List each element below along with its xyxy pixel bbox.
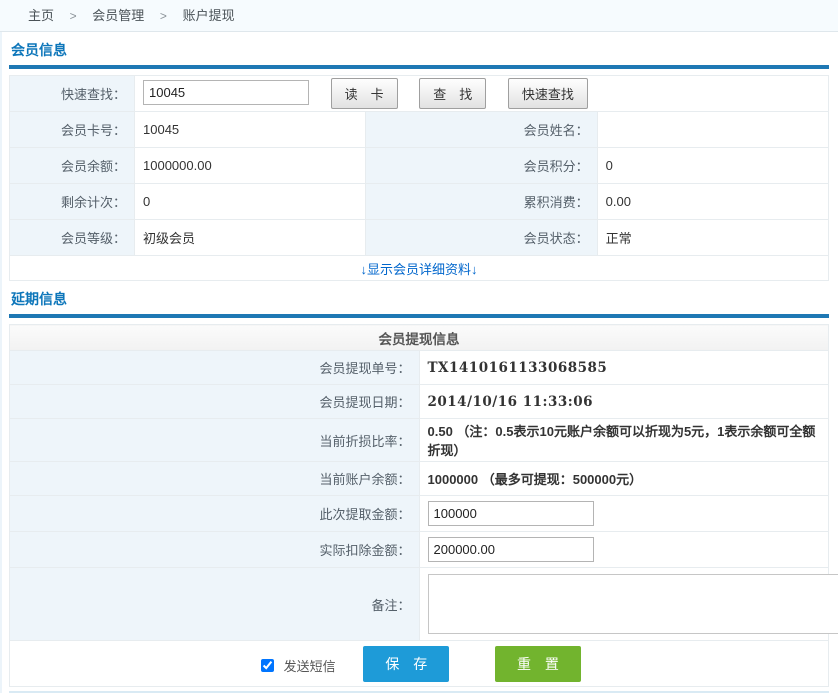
withdraw-amount-cell: [419, 496, 829, 532]
breadcrumb-separator-icon: >: [70, 9, 77, 23]
quick-search-button[interactable]: 快速查找: [508, 78, 588, 109]
breadcrumb-separator-icon: >: [160, 9, 167, 23]
footer-row: 发送短信 保 存 重 置: [10, 641, 829, 687]
deduct-amount-label: 实际扣除金额：: [10, 532, 420, 568]
member-level-row: 会员等级： 初级会员 会员状态： 正常: [10, 220, 829, 256]
total-consume-label: 累积消费：: [366, 184, 597, 220]
withdraw-date-row: 会员提现日期： 2014/10/16 11:33:06: [10, 385, 829, 419]
member-balance-row: 会员余额： 1000000.00 会员积分： 0: [10, 148, 829, 184]
quick-search-row: 快速查找： 读 卡 查 找 快速查找: [10, 76, 829, 112]
loss-ratio-label: 当前折损比率：: [10, 419, 420, 462]
page-content: 会员信息 快速查找： 读 卡 查 找 快速查找 会员卡号： 10045 会员姓名…: [0, 32, 838, 693]
remaining-count-row: 剩余计次： 0 累积消费： 0.00: [10, 184, 829, 220]
withdraw-table: 会员提现信息 会员提现单号： TX1410161133068585 会员提现日期…: [9, 324, 829, 687]
remark-label: 备注：: [10, 568, 420, 641]
account-balance-row: 当前账户余额： 1000000 （最多可提现：500000元）: [10, 462, 829, 496]
send-sms-checkbox[interactable]: [261, 659, 274, 672]
save-button[interactable]: 保 存: [363, 646, 449, 682]
member-level-label: 会员等级：: [10, 220, 135, 256]
member-points-value: 0: [597, 148, 828, 184]
search-button[interactable]: 查 找: [419, 78, 486, 109]
withdraw-amount-row: 此次提取金额：: [10, 496, 829, 532]
member-name-value: [597, 112, 828, 148]
section-divider-bar: [9, 65, 829, 69]
section-divider-bar: [9, 314, 829, 318]
member-name-label: 会员姓名：: [366, 112, 597, 148]
quick-search-cell: 读 卡 查 找 快速查找: [135, 76, 829, 112]
deduct-amount-cell: [419, 532, 829, 568]
loss-ratio-row: 当前折损比率： 0.50 （注：0.5表示10元账户余额可以折现为5元，1表示余…: [10, 419, 829, 462]
footer-cell: 发送短信 保 存 重 置: [10, 641, 829, 687]
remaining-count-label: 剩余计次：: [10, 184, 135, 220]
breadcrumb-item-account-withdraw: 账户提现: [183, 8, 235, 23]
member-status-label: 会员状态：: [366, 220, 597, 256]
withdraw-amount-label: 此次提取金额：: [10, 496, 420, 532]
member-points-label: 会员积分：: [366, 148, 597, 184]
total-consume-value: 0.00: [597, 184, 828, 220]
remark-cell: ▲ ▼: [419, 568, 829, 641]
withdraw-order-row: 会员提现单号： TX1410161133068585: [10, 351, 829, 385]
remark-textarea-frame: ▲ ▼: [428, 574, 838, 634]
member-level-value: 初级会员: [135, 220, 366, 256]
member-balance-label: 会员余额：: [10, 148, 135, 184]
breadcrumb-item-home[interactable]: 主页: [28, 8, 54, 23]
withdraw-date-label: 会员提现日期：: [10, 385, 420, 419]
loss-ratio-value: 0.50 （注：0.5表示10元账户余额可以折现为5元，1表示余额可全额折现）: [419, 419, 829, 462]
breadcrumb: 主页 > 会员管理 > 账户提现: [0, 0, 838, 32]
member-balance-value: 1000000.00: [135, 148, 366, 184]
member-status-value: 正常: [597, 220, 828, 256]
account-balance-label: 当前账户余额：: [10, 462, 420, 496]
withdraw-table-title: 会员提现信息: [10, 325, 829, 351]
member-card-label: 会员卡号：: [10, 112, 135, 148]
send-sms-label: 发送短信: [284, 659, 336, 674]
member-card-row: 会员卡号： 10045 会员姓名：: [10, 112, 829, 148]
quick-search-input[interactable]: [143, 80, 309, 105]
withdraw-order-label: 会员提现单号：: [10, 351, 420, 385]
withdraw-order-value: TX1410161133068585: [419, 351, 829, 385]
quick-search-label: 快速查找：: [10, 76, 135, 112]
member-info-section-title: 会员信息: [9, 32, 829, 65]
member-info-table: 快速查找： 读 卡 查 找 快速查找 会员卡号： 10045 会员姓名： 会员余…: [9, 75, 829, 281]
withdraw-section-title: 延期信息: [9, 281, 829, 314]
remark-row: 备注： ▲ ▼: [10, 568, 829, 641]
show-member-detail-link[interactable]: ↓显示会员详细资料↓: [360, 262, 477, 277]
read-card-button[interactable]: 读 卡: [331, 78, 398, 109]
withdraw-table-title-row: 会员提现信息: [10, 325, 829, 351]
account-balance-value: 1000000 （最多可提现：500000元）: [419, 462, 829, 496]
breadcrumb-item-member-management[interactable]: 会员管理: [92, 8, 144, 23]
withdraw-date-value: 2014/10/16 11:33:06: [419, 385, 829, 419]
remark-textarea[interactable]: [429, 575, 838, 633]
detail-link-cell: ↓显示会员详细资料↓: [10, 256, 829, 281]
reset-button[interactable]: 重 置: [495, 646, 581, 682]
withdraw-amount-input[interactable]: [428, 501, 594, 526]
deduct-amount-input[interactable]: [428, 537, 594, 562]
member-card-value: 10045: [135, 112, 366, 148]
detail-link-row: ↓显示会员详细资料↓: [10, 256, 829, 281]
deduct-amount-row: 实际扣除金额：: [10, 532, 829, 568]
remaining-count-value: 0: [135, 184, 366, 220]
